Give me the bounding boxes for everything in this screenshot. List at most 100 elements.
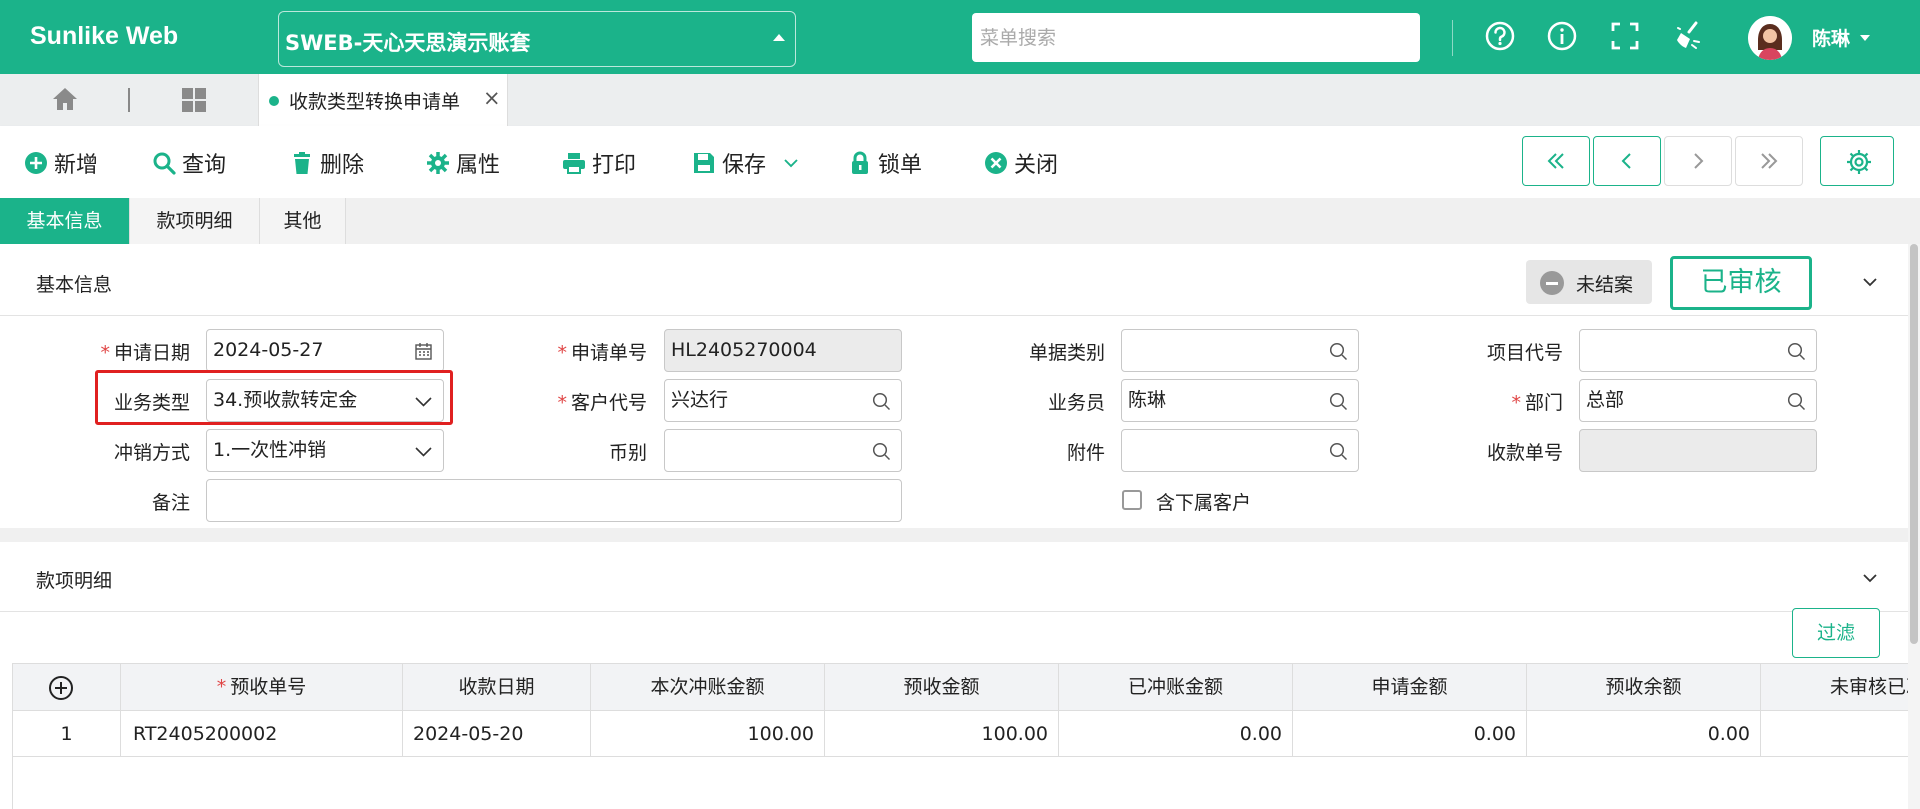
project-code-field[interactable] bbox=[1579, 329, 1817, 372]
attachment-field[interactable] bbox=[1121, 429, 1359, 472]
last-record-button[interactable] bbox=[1735, 136, 1803, 186]
close-tab-icon[interactable]: × bbox=[483, 86, 501, 110]
delete-button[interactable]: 删除 bbox=[290, 148, 364, 178]
delete-label: 删除 bbox=[320, 153, 365, 178]
balance-cell[interactable]: 0.00 bbox=[1527, 711, 1761, 757]
search-icon[interactable] bbox=[1787, 342, 1806, 361]
customer-code-label: * 客户代号 bbox=[557, 392, 647, 414]
menu-search-input[interactable] bbox=[972, 13, 1420, 62]
top-bar: Sunlike Web SWEB-天心天思演示账套 陈琳 bbox=[0, 0, 1920, 74]
receipt-no-label: 收款单号 bbox=[1486, 442, 1563, 464]
column-header[interactable]: 本次冲账金额 bbox=[591, 664, 825, 712]
include-sub-customer-checkbox[interactable] bbox=[1122, 490, 1142, 510]
print-button[interactable]: 打印 bbox=[562, 148, 636, 178]
tab-receipt-type-conversion[interactable]: 收款类型转换申请单 × bbox=[258, 74, 508, 126]
currency-label: 币别 bbox=[608, 442, 647, 464]
add-row-cell bbox=[13, 664, 121, 712]
query-button[interactable]: 查询 bbox=[152, 148, 226, 178]
remark-field[interactable] bbox=[206, 479, 902, 522]
column-header[interactable]: 预收余额 bbox=[1527, 664, 1761, 712]
caret-down-icon[interactable] bbox=[1860, 35, 1870, 41]
minus-circle-icon bbox=[1540, 271, 1564, 295]
divider bbox=[0, 528, 1908, 542]
salesperson-field[interactable]: 陈琳 bbox=[1121, 379, 1359, 422]
add-button[interactable]: 新增 bbox=[24, 148, 98, 178]
column-header[interactable]: * 预收单号 bbox=[121, 664, 403, 712]
chevron-down-icon[interactable] bbox=[414, 442, 433, 461]
properties-button[interactable]: 属性 bbox=[426, 148, 500, 178]
close-circle-icon bbox=[985, 152, 1007, 174]
apply-amount-cell[interactable]: 0.00 bbox=[1293, 711, 1527, 757]
prepay-amount-cell[interactable]: 100.00 bbox=[825, 711, 1059, 757]
apply-date-field[interactable]: 2024-05-27 bbox=[206, 329, 444, 372]
column-header[interactable]: 已冲账金额 bbox=[1059, 664, 1293, 712]
salesperson-label: 业务员 bbox=[1047, 392, 1105, 414]
prepay-no-cell[interactable]: RT2405200002 bbox=[121, 711, 403, 757]
search-icon[interactable] bbox=[872, 442, 891, 461]
receipt-date-cell[interactable]: 2024-05-20 bbox=[403, 711, 591, 757]
column-header[interactable]: 未审核已冲 bbox=[1761, 664, 1908, 712]
this-offset-cell[interactable]: 100.00 bbox=[591, 711, 825, 757]
lock-button[interactable]: 锁单 bbox=[848, 148, 922, 178]
active-dot-icon bbox=[269, 96, 279, 106]
chevron-down-icon[interactable] bbox=[1862, 570, 1878, 586]
next-record-button[interactable] bbox=[1664, 136, 1732, 186]
column-header[interactable]: 预收金额 bbox=[825, 664, 1059, 712]
doc-category-field[interactable] bbox=[1121, 329, 1359, 372]
currency-field[interactable] bbox=[664, 429, 902, 472]
column-header[interactable]: 收款日期 bbox=[403, 664, 591, 712]
column-header[interactable]: 申请金额 bbox=[1293, 664, 1527, 712]
receipt-no-field bbox=[1579, 429, 1817, 472]
search-icon[interactable] bbox=[1787, 392, 1806, 411]
first-record-button[interactable] bbox=[1522, 136, 1590, 186]
business-type-highlight-box bbox=[95, 370, 453, 425]
close-label: 关闭 bbox=[1014, 153, 1059, 178]
remark-label: 备注 bbox=[151, 492, 190, 514]
lock-label: 锁单 bbox=[878, 153, 923, 178]
filter-button[interactable]: 过滤 bbox=[1792, 608, 1880, 658]
fullscreen-icon[interactable] bbox=[1609, 20, 1641, 52]
double-chevron-right-icon bbox=[1761, 153, 1778, 169]
apply-no-label: * 申请单号 bbox=[557, 342, 647, 364]
avatar[interactable] bbox=[1748, 16, 1792, 60]
search-icon[interactable] bbox=[872, 392, 891, 411]
unaudited-offset-cell[interactable] bbox=[1761, 711, 1908, 757]
account-selector[interactable]: SWEB-天心天思演示账套 bbox=[278, 11, 796, 67]
save-button[interactable]: 保存 bbox=[692, 148, 800, 178]
previous-record-button[interactable] bbox=[1593, 136, 1661, 186]
calendar-icon[interactable] bbox=[414, 342, 433, 361]
table-row[interactable]: 1 RT2405200002 2024-05-20 100.00 100.00 … bbox=[13, 711, 1908, 757]
plus-circle-icon bbox=[25, 152, 47, 174]
query-label: 查询 bbox=[182, 153, 227, 178]
home-icon[interactable] bbox=[50, 84, 80, 114]
add-row-icon[interactable] bbox=[48, 675, 74, 701]
offset-method-select[interactable]: 1.一次性冲销 bbox=[206, 429, 444, 472]
properties-label: 属性 bbox=[456, 153, 501, 178]
scroll-thumb[interactable] bbox=[1910, 244, 1918, 644]
info-icon[interactable] bbox=[1546, 20, 1578, 52]
user-name[interactable]: 陈琳 bbox=[1812, 24, 1850, 51]
close-button[interactable]: 关闭 bbox=[984, 148, 1058, 178]
offset-amount-cell[interactable]: 0.00 bbox=[1059, 711, 1293, 757]
tab-basic-info[interactable]: 基本信息 bbox=[0, 198, 130, 244]
customer-code-field[interactable]: 兴达行 bbox=[664, 379, 902, 422]
doc-category-label: 单据类别 bbox=[1028, 342, 1105, 364]
tab-payment-details[interactable]: 款项明细 bbox=[130, 198, 260, 244]
help-icon[interactable] bbox=[1484, 20, 1516, 52]
apps-grid-icon[interactable] bbox=[180, 86, 208, 114]
include-sub-customer-label: 含下属客户 bbox=[1156, 492, 1252, 514]
tab-other[interactable]: 其他 bbox=[260, 198, 346, 244]
tab-strip: 收款类型转换申请单 × bbox=[0, 74, 1920, 126]
search-icon[interactable] bbox=[1329, 442, 1348, 461]
chevron-down-icon[interactable] bbox=[782, 154, 800, 172]
clean-cache-icon[interactable] bbox=[1672, 20, 1704, 52]
department-field[interactable]: 总部 bbox=[1579, 379, 1817, 422]
vertical-scrollbar[interactable] bbox=[1908, 244, 1920, 809]
apply-no-field: HL2405270004 bbox=[664, 329, 902, 372]
settings-button[interactable] bbox=[1820, 136, 1894, 186]
search-icon[interactable] bbox=[1329, 392, 1348, 411]
search-icon bbox=[153, 152, 176, 175]
offset-method-label: 冲销方式 bbox=[113, 442, 190, 464]
chevron-down-icon[interactable] bbox=[1862, 274, 1878, 290]
search-icon[interactable] bbox=[1329, 342, 1348, 361]
